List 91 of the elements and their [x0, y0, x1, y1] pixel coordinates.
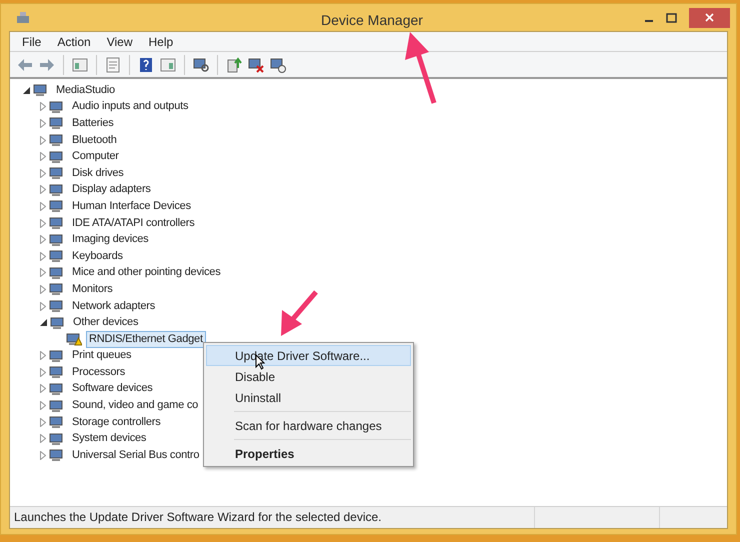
collapse-arrow-icon[interactable]: [23, 86, 30, 94]
device-icon: [49, 398, 65, 413]
menu-item[interactable]: View: [106, 32, 132, 50]
tree-item[interactable]: Bluetooth: [70, 132, 119, 148]
device-icon: [49, 299, 65, 314]
close-icon: [705, 13, 714, 22]
expand-arrow-icon[interactable]: [40, 302, 46, 311]
device-icon: [49, 100, 65, 114]
context-menu-item[interactable]: Disable: [206, 366, 411, 387]
annotation-arrow: [278, 290, 318, 338]
device-icon: [49, 216, 65, 230]
annotation-arrow: [405, 32, 439, 104]
context-menu-item[interactable]: Properties: [206, 443, 411, 464]
tree-item[interactable]: Software devices: [70, 381, 155, 396]
tree-item[interactable]: Computer: [70, 149, 121, 164]
expand-arrow-icon[interactable]: [40, 418, 46, 427]
menu-item[interactable]: Action: [57, 32, 91, 50]
menu-item[interactable]: File: [22, 32, 42, 50]
tree-item[interactable]: System devices: [70, 431, 148, 446]
update-driver-icon[interactable]: [225, 56, 243, 74]
expand-arrow-icon[interactable]: [40, 118, 46, 128]
expand-arrow-icon[interactable]: [40, 202, 46, 211]
device-icon: [49, 133, 65, 148]
device-icon: [49, 382, 65, 396]
tree-item[interactable]: Batteries: [70, 116, 116, 131]
device-icon: [49, 150, 65, 164]
context-menu-item[interactable]: Uninstall: [206, 387, 411, 408]
close-button[interactable]: [689, 8, 730, 28]
tree-item[interactable]: Disk drives: [70, 166, 126, 181]
tree-item[interactable]: RNDIS/Ethernet Gadget: [87, 332, 205, 347]
uninstall-icon[interactable]: [247, 56, 265, 74]
enable-device-icon[interactable]: [269, 56, 287, 74]
expand-arrow-icon[interactable]: [40, 368, 46, 377]
tree-item[interactable]: Human Interface Devices: [70, 198, 193, 214]
device-icon: [49, 249, 65, 264]
maximize-icon[interactable]: [666, 12, 677, 22]
expand-arrow-icon[interactable]: [40, 235, 46, 244]
tree-item[interactable]: Network adapters: [70, 298, 158, 314]
tree-item[interactable]: Imaging devices: [70, 232, 150, 248]
collapse-arrow-icon[interactable]: [40, 319, 47, 326]
tree-item[interactable]: Display adapters: [70, 182, 153, 198]
console-tree-icon[interactable]: [71, 56, 89, 74]
computer-icon: [15, 10, 31, 24]
device-icon: [49, 282, 65, 296]
device-icon: [33, 83, 49, 98]
expand-arrow-icon[interactable]: [40, 384, 46, 394]
device-icon: [49, 182, 65, 197]
device-icon: [49, 448, 65, 462]
scan-monitor-icon[interactable]: [192, 56, 210, 74]
tree-item[interactable]: Sound, video and game co: [70, 398, 200, 414]
device-icon: [49, 415, 65, 430]
context-menu-item[interactable]: Scan for hardware changes: [206, 415, 411, 436]
expand-arrow-icon[interactable]: [40, 284, 46, 294]
device-icon: [49, 432, 65, 446]
tree-item[interactable]: Print queues: [70, 348, 134, 364]
tree-item[interactable]: Monitors: [70, 282, 115, 297]
properties-icon[interactable]: [104, 56, 122, 74]
expand-arrow-icon[interactable]: [40, 136, 46, 145]
device-icon: [49, 116, 65, 130]
tree-item[interactable]: MediaStudio: [54, 82, 117, 98]
device-icon: [49, 166, 65, 180]
expand-arrow-icon[interactable]: [40, 434, 46, 444]
tree-item[interactable]: Other devices: [71, 315, 140, 330]
tree-item[interactable]: Keyboards: [70, 248, 125, 264]
expand-arrow-icon[interactable]: [40, 450, 46, 460]
expand-arrow-icon[interactable]: [40, 401, 46, 410]
device-icon: [50, 316, 66, 330]
tree-item[interactable]: Mice and other pointing devices: [70, 265, 223, 280]
tree-item[interactable]: Universal Serial Bus contro: [70, 448, 202, 463]
expand-arrow-icon[interactable]: [40, 351, 46, 360]
expand-arrow-icon[interactable]: [40, 102, 46, 112]
action-pane-icon[interactable]: [159, 56, 177, 74]
device-icon: [49, 365, 65, 380]
expand-arrow-icon[interactable]: [40, 252, 46, 261]
menu-item[interactable]: Help: [148, 32, 174, 50]
tree-item[interactable]: Processors: [70, 364, 128, 380]
device-icon: [49, 232, 65, 247]
expand-arrow-icon[interactable]: [40, 152, 46, 162]
tree-item[interactable]: Storage controllers: [70, 414, 163, 430]
device-icon: [49, 348, 65, 363]
window-title: Device Manager: [321, 11, 423, 30]
tree-item[interactable]: IDE ATA/ATAPI controllers: [70, 216, 197, 231]
expand-arrow-icon[interactable]: [40, 218, 46, 228]
expand-arrow-icon[interactable]: [40, 168, 46, 178]
expand-arrow-icon[interactable]: [40, 185, 46, 194]
device-icon: [49, 199, 65, 214]
tree-item[interactable]: Audio inputs and outputs: [70, 99, 190, 114]
status-text: Launches the Update Driver Software Wizard for the selected device.: [10, 507, 535, 528]
device-icon: [49, 266, 65, 280]
help-icon[interactable]: [137, 56, 155, 74]
expand-arrow-icon[interactable]: [40, 268, 46, 278]
